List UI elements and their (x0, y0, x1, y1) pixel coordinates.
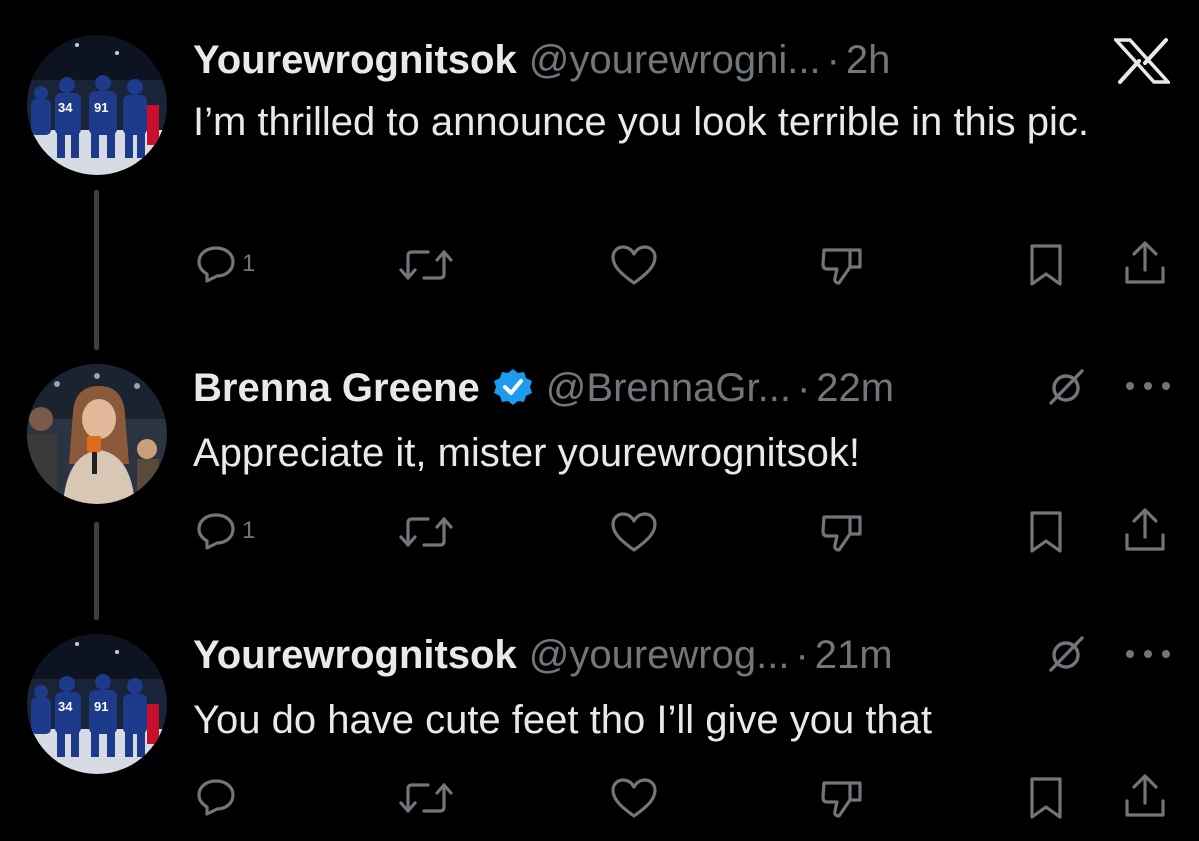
share-button[interactable] (1122, 507, 1168, 555)
tweet-header: Yourewrognitsok @yourewrog... · 21m (193, 631, 893, 679)
reply-icon (197, 513, 235, 550)
share-button[interactable] (1122, 773, 1168, 821)
dislike-button[interactable] (820, 512, 864, 554)
svg-text:91: 91 (94, 699, 108, 714)
retweet-icon (399, 783, 453, 813)
share-icon (1125, 508, 1165, 551)
share-icon (1125, 774, 1165, 817)
like-icon (611, 512, 657, 552)
reply-icon (197, 246, 235, 283)
grok-icon[interactable] (1046, 367, 1086, 412)
display-name[interactable]: Yourewrognitsok (193, 36, 517, 84)
share-icon (1125, 241, 1165, 284)
tweet-text: I’m thrilled to announce you look terrib… (193, 100, 1090, 144)
bookmark-button[interactable] (1028, 510, 1064, 554)
avatar[interactable]: 34 91 (27, 35, 167, 175)
avatar[interactable]: 34 91 (27, 634, 167, 774)
separator: · (826, 38, 840, 82)
reply-button[interactable]: 1 (196, 512, 255, 550)
tweet-header: Brenna Greene @BrennaGr... · 22m (193, 364, 894, 412)
dislike-button[interactable] (820, 778, 864, 820)
tweet-text: You do have cute feet tho I’ll give you … (193, 698, 933, 742)
like-icon (611, 778, 657, 818)
share-button[interactable] (1122, 240, 1168, 288)
svg-text:91: 91 (94, 100, 108, 115)
retweet-button[interactable] (398, 781, 454, 815)
bookmark-icon (1030, 244, 1062, 286)
x-logo-icon[interactable] (1112, 38, 1172, 89)
svg-text:34: 34 (58, 699, 73, 714)
svg-text:34: 34 (58, 100, 73, 115)
thread-line (94, 190, 99, 350)
bookmark-icon (1030, 777, 1062, 819)
retweet-button[interactable] (398, 248, 454, 282)
tweet-header: Yourewrognitsok @yourewrogni... · 2h (193, 36, 890, 84)
display-name[interactable]: Brenna Greene (193, 364, 480, 412)
timestamp[interactable]: 2h (846, 36, 891, 84)
user-handle[interactable]: @yourewrog... (529, 631, 790, 679)
tweet-text: Appreciate it, mister yourewrognitsok! (193, 431, 860, 475)
like-button[interactable] (610, 777, 658, 819)
dislike-icon (821, 515, 862, 552)
more-icon[interactable] (1126, 650, 1170, 662)
bookmark-button[interactable] (1028, 776, 1064, 820)
verified-badge-icon (492, 367, 534, 409)
like-button[interactable] (610, 244, 658, 286)
user-handle[interactable]: @yourewrogni... (529, 36, 821, 84)
timestamp[interactable]: 22m (816, 364, 894, 412)
thread-line (94, 522, 99, 620)
retweet-button[interactable] (398, 515, 454, 549)
grok-icon[interactable] (1046, 634, 1086, 679)
more-icon[interactable] (1126, 382, 1170, 394)
reply-button[interactable] (196, 778, 242, 816)
dislike-button[interactable] (820, 245, 864, 287)
reply-icon (197, 779, 235, 816)
reply-count: 1 (242, 250, 256, 277)
dislike-icon (821, 781, 862, 818)
bookmark-button[interactable] (1028, 243, 1064, 287)
reply-button[interactable]: 1 (196, 245, 255, 283)
reply-count: 1 (242, 517, 256, 544)
separator: · (795, 633, 809, 677)
like-button[interactable] (610, 511, 658, 553)
separator: · (796, 366, 811, 410)
timestamp[interactable]: 21m (815, 631, 893, 679)
dislike-icon (821, 248, 862, 285)
like-icon (611, 245, 657, 285)
bookmark-icon (1030, 511, 1062, 553)
user-handle[interactable]: @BrennaGr... (546, 364, 791, 412)
display-name[interactable]: Yourewrognitsok (193, 631, 517, 679)
avatar[interactable] (27, 364, 167, 504)
retweet-icon (399, 250, 453, 280)
retweet-icon (399, 517, 453, 547)
